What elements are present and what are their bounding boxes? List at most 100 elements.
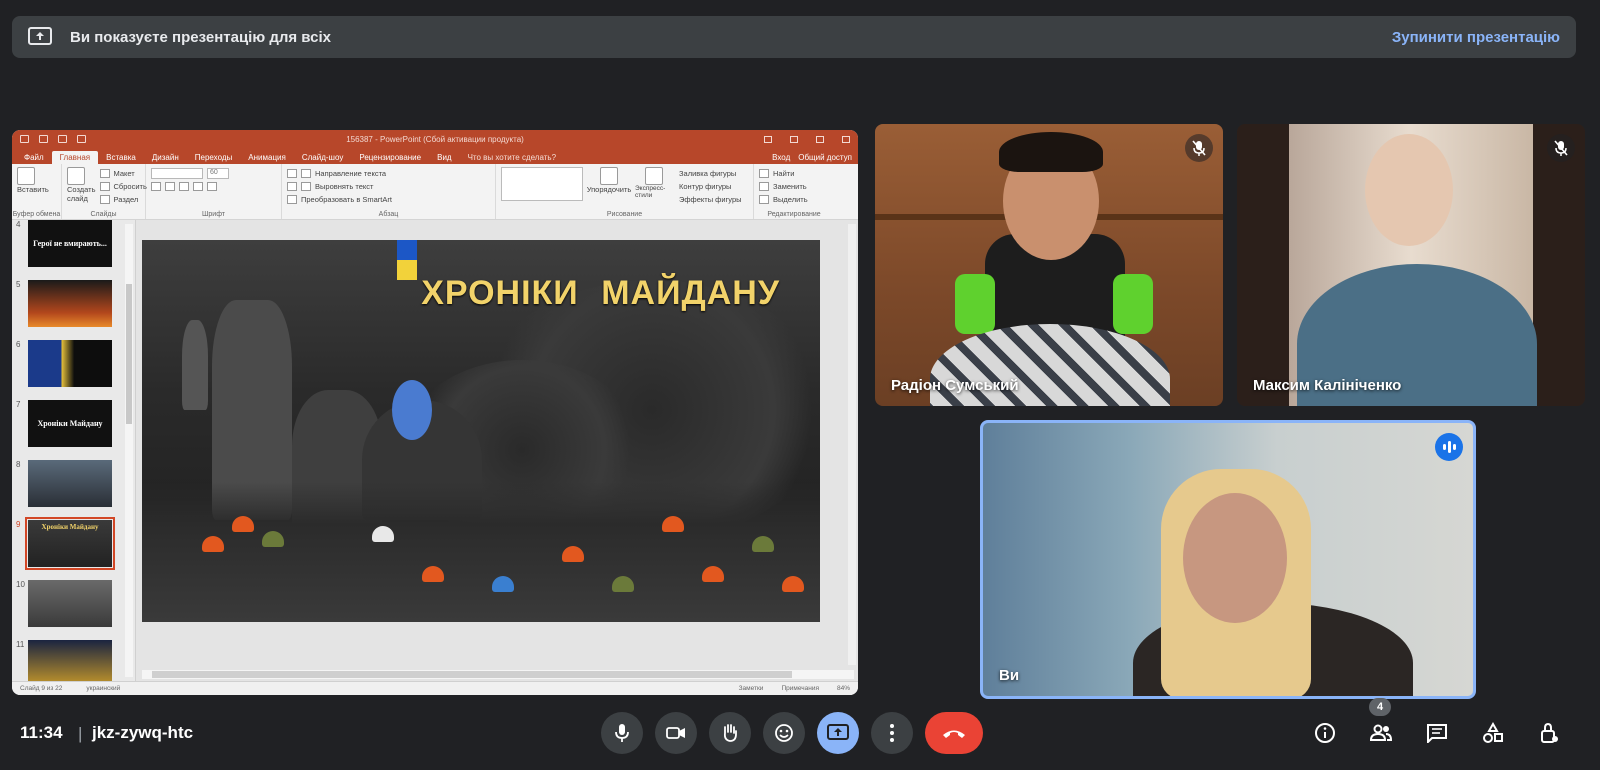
italic-icon[interactable] bbox=[165, 182, 175, 191]
thumbnail-preview[interactable] bbox=[28, 340, 112, 387]
activities-button[interactable] bbox=[1472, 712, 1514, 754]
thumbnail-number: 7 bbox=[16, 400, 21, 409]
font-group: 60 Шрифт bbox=[146, 164, 282, 219]
find-button[interactable]: Найти bbox=[773, 169, 794, 178]
slide-thumbnail[interactable]: 5 bbox=[12, 280, 135, 340]
shapes-gallery[interactable] bbox=[501, 167, 583, 201]
slide-thumbnail[interactable]: 11 bbox=[12, 640, 135, 681]
shape-effects-button[interactable]: Эффекты фигуры bbox=[679, 195, 742, 204]
slide-thumbnail[interactable]: 4 Герої не вмирають... bbox=[12, 220, 135, 280]
shape-outline-button[interactable]: Контур фигуры bbox=[679, 182, 731, 191]
slide-vertical-scrollbar[interactable] bbox=[848, 224, 856, 665]
undo-icon[interactable] bbox=[39, 135, 48, 143]
camera-button[interactable] bbox=[655, 712, 697, 754]
tab-view[interactable]: Вид bbox=[429, 151, 459, 164]
language-indicator[interactable]: украинский bbox=[86, 685, 120, 692]
tab-animations[interactable]: Анимация bbox=[240, 151, 294, 164]
more-options-button[interactable] bbox=[871, 712, 913, 754]
microphone-button[interactable] bbox=[601, 712, 643, 754]
paste-icon[interactable] bbox=[17, 167, 35, 185]
align-center-icon[interactable] bbox=[301, 182, 311, 191]
thumbnail-preview[interactable] bbox=[28, 280, 112, 327]
new-slide-button[interactable]: Создать слайд bbox=[67, 185, 96, 203]
start-slideshow-icon[interactable] bbox=[77, 135, 86, 143]
align-left-icon[interactable] bbox=[287, 182, 297, 191]
bullets-icon[interactable] bbox=[287, 169, 297, 178]
tab-slideshow[interactable]: Слайд-шоу bbox=[294, 151, 351, 164]
font-name-input[interactable] bbox=[151, 168, 203, 179]
tab-insert[interactable]: Вставка bbox=[98, 151, 144, 164]
tab-home[interactable]: Главная bbox=[51, 151, 99, 164]
ribbon-options-icon[interactable] bbox=[764, 135, 772, 143]
new-slide-icon[interactable] bbox=[67, 167, 85, 185]
select-button[interactable]: Выделить bbox=[773, 195, 808, 204]
tab-review[interactable]: Рецензирование bbox=[351, 151, 429, 164]
quick-styles-icon[interactable] bbox=[645, 167, 663, 185]
text-direction-button[interactable]: Направление текста bbox=[315, 169, 386, 178]
info-icon bbox=[1315, 723, 1335, 743]
arrange-icon[interactable] bbox=[600, 167, 618, 185]
present-now-button[interactable] bbox=[817, 712, 859, 754]
tab-transitions[interactable]: Переходы bbox=[187, 151, 241, 164]
minimize-icon[interactable] bbox=[790, 135, 798, 143]
current-slide[interactable]: ХРОНІКИ МАЙДАНУ bbox=[142, 240, 820, 622]
underline-icon[interactable] bbox=[179, 182, 189, 191]
shape-fill-button[interactable]: Заливка фигуры bbox=[679, 169, 736, 178]
paste-button[interactable]: Вставить bbox=[17, 185, 56, 194]
font-color-icon[interactable] bbox=[207, 182, 217, 191]
strike-icon[interactable] bbox=[193, 182, 203, 191]
host-controls-button[interactable] bbox=[1528, 712, 1570, 754]
align-text-button[interactable]: Выровнять текст bbox=[315, 182, 373, 191]
comments-button[interactable]: Примечания bbox=[781, 685, 819, 692]
notes-button[interactable]: Заметки bbox=[739, 685, 764, 692]
thumbnail-preview[interactable]: Хроніки Майдану bbox=[25, 517, 115, 570]
slide-thumbnail[interactable]: 8 bbox=[12, 460, 135, 520]
layout-button[interactable]: Макет bbox=[114, 169, 135, 178]
participant-tile[interactable]: Максим Калініченко bbox=[1237, 124, 1585, 406]
slide-thumbnail-selected[interactable]: 9 Хроніки Майдану bbox=[12, 517, 135, 580]
slide-thumbnail[interactable]: 6 bbox=[12, 340, 135, 400]
self-tile[interactable]: Ви bbox=[980, 420, 1476, 699]
tell-me-search[interactable]: Что вы хотите сделать? bbox=[460, 151, 564, 164]
reset-button[interactable]: Сбросить bbox=[114, 182, 147, 191]
stop-presenting-button[interactable]: Зупинити презентацію bbox=[1392, 29, 1560, 46]
quick-styles-button[interactable]: Экспресс-стили bbox=[635, 185, 673, 199]
section-button[interactable]: Раздел bbox=[114, 195, 139, 204]
slide-horizontal-scrollbar[interactable] bbox=[142, 670, 854, 679]
thumbnail-preview[interactable]: Хроніки Майдану bbox=[28, 400, 112, 447]
thumbnail-preview[interactable]: Герої не вмирають... bbox=[28, 220, 112, 267]
replace-button[interactable]: Заменить bbox=[773, 182, 807, 191]
reactions-button[interactable] bbox=[763, 712, 805, 754]
maximize-icon[interactable] bbox=[816, 135, 824, 143]
activities-icon bbox=[1483, 722, 1503, 743]
thumbnails-scrollbar[interactable] bbox=[125, 224, 133, 677]
save-icon[interactable] bbox=[20, 135, 29, 143]
participant-tile[interactable]: Радіон Сумський bbox=[875, 124, 1223, 406]
participant-name: Радіон Сумський bbox=[891, 377, 1019, 394]
slide-thumbnails-pane: 4 Герої не вмирають... 5 6 7 Хроніки Май… bbox=[12, 220, 136, 681]
slide-thumbnail[interactable]: 10 bbox=[12, 580, 135, 640]
redo-icon[interactable] bbox=[58, 135, 67, 143]
raise-hand-button[interactable] bbox=[709, 712, 751, 754]
close-icon[interactable] bbox=[842, 135, 850, 143]
columns-icon[interactable] bbox=[287, 195, 297, 204]
zoom-level[interactable]: 84% bbox=[837, 685, 850, 692]
bold-icon[interactable] bbox=[151, 182, 161, 191]
numbering-icon[interactable] bbox=[301, 169, 311, 178]
thumbnail-number: 5 bbox=[16, 280, 21, 289]
tab-design[interactable]: Дизайн bbox=[144, 151, 187, 164]
people-button[interactable]: 4 bbox=[1360, 698, 1402, 754]
font-size-input[interactable]: 60 bbox=[207, 168, 229, 179]
chat-button[interactable] bbox=[1416, 712, 1458, 754]
smartart-button[interactable]: Преобразовать в SmartArt bbox=[301, 195, 392, 204]
thumbnail-preview[interactable] bbox=[28, 640, 112, 681]
arrange-button[interactable]: Упорядочить bbox=[587, 185, 632, 194]
signin-link[interactable]: Вход bbox=[772, 153, 790, 162]
slide-thumbnail[interactable]: 7 Хроніки Майдану bbox=[12, 400, 135, 460]
thumbnail-preview[interactable] bbox=[28, 580, 112, 627]
share-button[interactable]: Общий доступ bbox=[798, 153, 852, 162]
meeting-details-button[interactable] bbox=[1304, 712, 1346, 754]
leave-call-button[interactable] bbox=[925, 712, 983, 754]
tab-file[interactable]: Файл bbox=[16, 151, 52, 164]
thumbnail-preview[interactable] bbox=[28, 460, 112, 507]
